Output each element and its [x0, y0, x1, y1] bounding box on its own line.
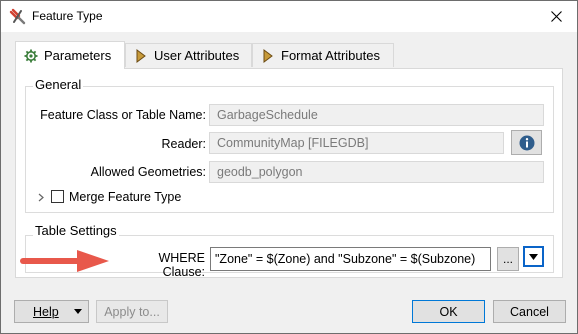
- feature-type-dialog: Feature Type Parameters User Attributes: [0, 0, 578, 334]
- window-title: Feature Type: [32, 9, 103, 23]
- where-clause-dropdown-button[interactable]: [523, 246, 544, 267]
- caret-down-icon: [74, 309, 82, 314]
- table-settings-title: Table Settings: [33, 223, 119, 238]
- tab-format-attributes[interactable]: Format Attributes: [252, 43, 394, 67]
- allowed-geometries-label: Allowed Geometries:: [90, 165, 206, 179]
- annotation-arrow-icon: [20, 250, 109, 272]
- gear-icon: [24, 49, 38, 62]
- apply-to-button[interactable]: Apply to...: [96, 300, 168, 323]
- arrow-right-icon: [263, 48, 273, 63]
- title-bar: Feature Type: [1, 1, 577, 32]
- allowed-geometries-field[interactable]: geodb_polygon: [209, 161, 544, 183]
- cancel-button[interactable]: Cancel: [493, 300, 566, 323]
- where-clause-label: WHERE Clause:: [158, 251, 205, 279]
- tab-label: User Attributes: [154, 48, 240, 63]
- tab-user-attributes[interactable]: User Attributes: [125, 43, 252, 67]
- reader-field[interactable]: CommunityMap [FILEGDB]: [209, 132, 504, 154]
- arrow-right-icon: [136, 48, 146, 63]
- ok-button[interactable]: OK: [412, 300, 485, 323]
- where-clause-editor-button[interactable]: ...: [497, 247, 519, 271]
- merge-feature-type-label: Merge Feature Type: [69, 190, 182, 204]
- help-button[interactable]: Help: [14, 300, 89, 323]
- feature-class-field[interactable]: GarbageSchedule: [209, 104, 544, 126]
- chevron-right-icon[interactable]: [37, 193, 45, 202]
- info-button[interactable]: [511, 130, 542, 155]
- info-icon: [519, 135, 534, 150]
- tab-label: Format Attributes: [281, 48, 380, 63]
- feature-class-label: Feature Class or Table Name:: [40, 108, 206, 122]
- reader-label: Reader:: [161, 137, 206, 151]
- merge-feature-type-checkbox[interactable]: [51, 190, 64, 203]
- where-clause-field[interactable]: "Zone" = $(Zone) and "Subzone" = $(Subzo…: [210, 247, 491, 271]
- general-group-title: General: [33, 77, 84, 92]
- close-button[interactable]: [535, 1, 577, 32]
- caret-down-icon: [529, 253, 538, 260]
- fme-transformer-icon: [9, 8, 26, 25]
- close-icon: [550, 11, 562, 22]
- tab-parameters[interactable]: Parameters: [15, 41, 125, 69]
- help-label: Help: [33, 304, 59, 319]
- tab-label: Parameters: [44, 48, 112, 63]
